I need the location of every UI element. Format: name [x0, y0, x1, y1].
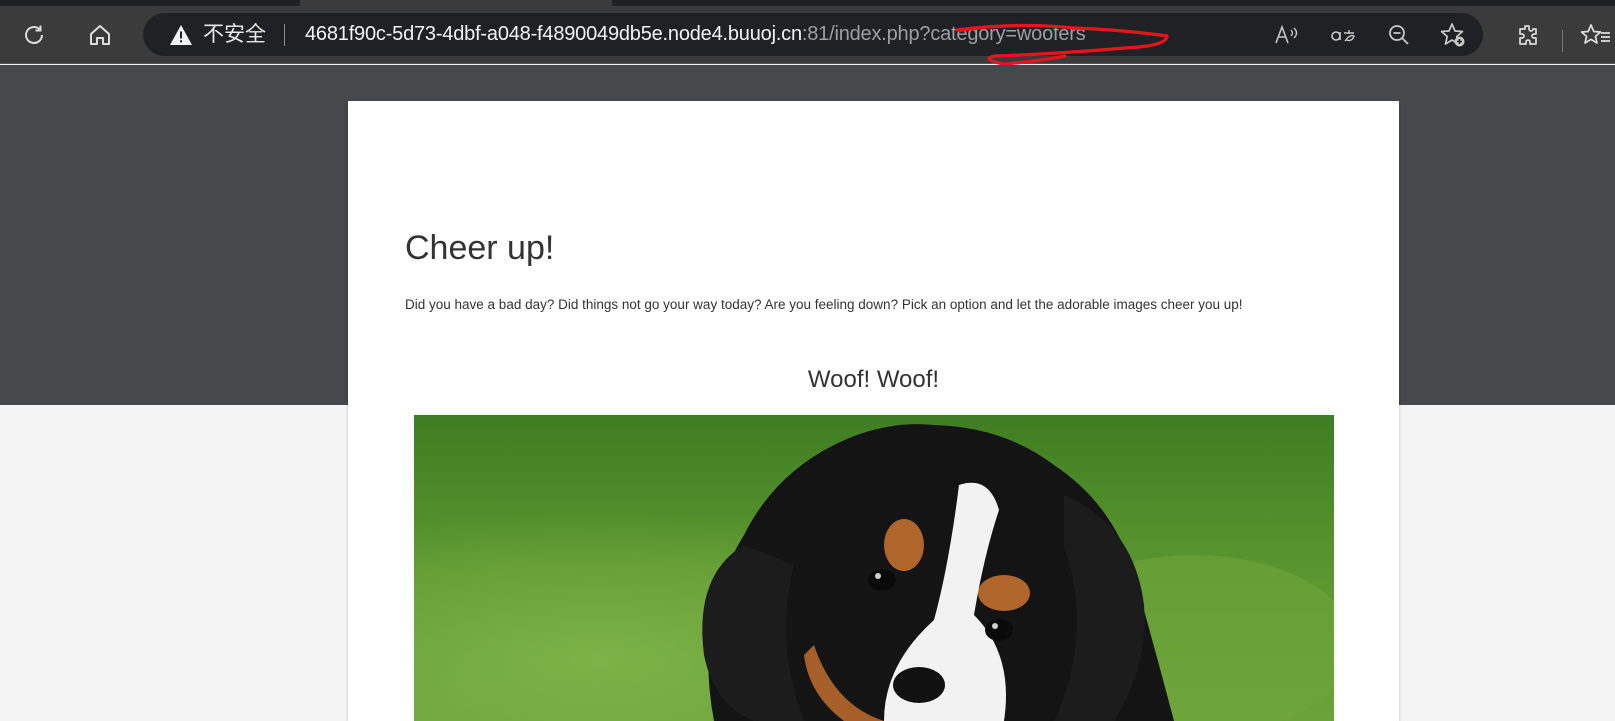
read-aloud-icon[interactable] — [1269, 13, 1305, 56]
warning-icon[interactable] — [169, 23, 193, 47]
content-card: Cheer up! Did you have a bad day? Did th… — [348, 101, 1399, 721]
url-text[interactable]: 4681f90c-5d73-4dbf-a048-f4890049db5e.nod… — [305, 13, 1086, 56]
translate-icon[interactable] — [1326, 13, 1362, 56]
page-description: Did you have a bad day? Did things not g… — [405, 297, 1243, 312]
add-favorite-icon[interactable] — [1435, 13, 1471, 56]
extensions-icon[interactable] — [1506, 6, 1550, 64]
page-title: Cheer up! — [405, 229, 555, 267]
home-icon[interactable] — [78, 6, 122, 64]
favorites-icon[interactable] — [1580, 6, 1615, 64]
url-path: :81/index.php?category=woofers — [801, 23, 1086, 45]
dog-photo — [414, 415, 1334, 721]
security-label[interactable]: 不安全 — [203, 13, 266, 56]
refresh-icon[interactable] — [12, 6, 56, 64]
toolbar-separator — [1562, 30, 1563, 52]
browser-toolbar: 不安全 4681f90c-5d73-4dbf-a048-f4890049db5e… — [0, 6, 1615, 66]
zoom-out-icon[interactable] — [1381, 13, 1417, 56]
url-host: 4681f90c-5d73-4dbf-a048-f4890049db5e.nod… — [305, 23, 802, 45]
address-separator — [284, 24, 285, 46]
section-title: Woof! Woof! — [807, 366, 940, 393]
address-bar[interactable]: 不安全 4681f90c-5d73-4dbf-a048-f4890049db5e… — [143, 13, 1483, 56]
